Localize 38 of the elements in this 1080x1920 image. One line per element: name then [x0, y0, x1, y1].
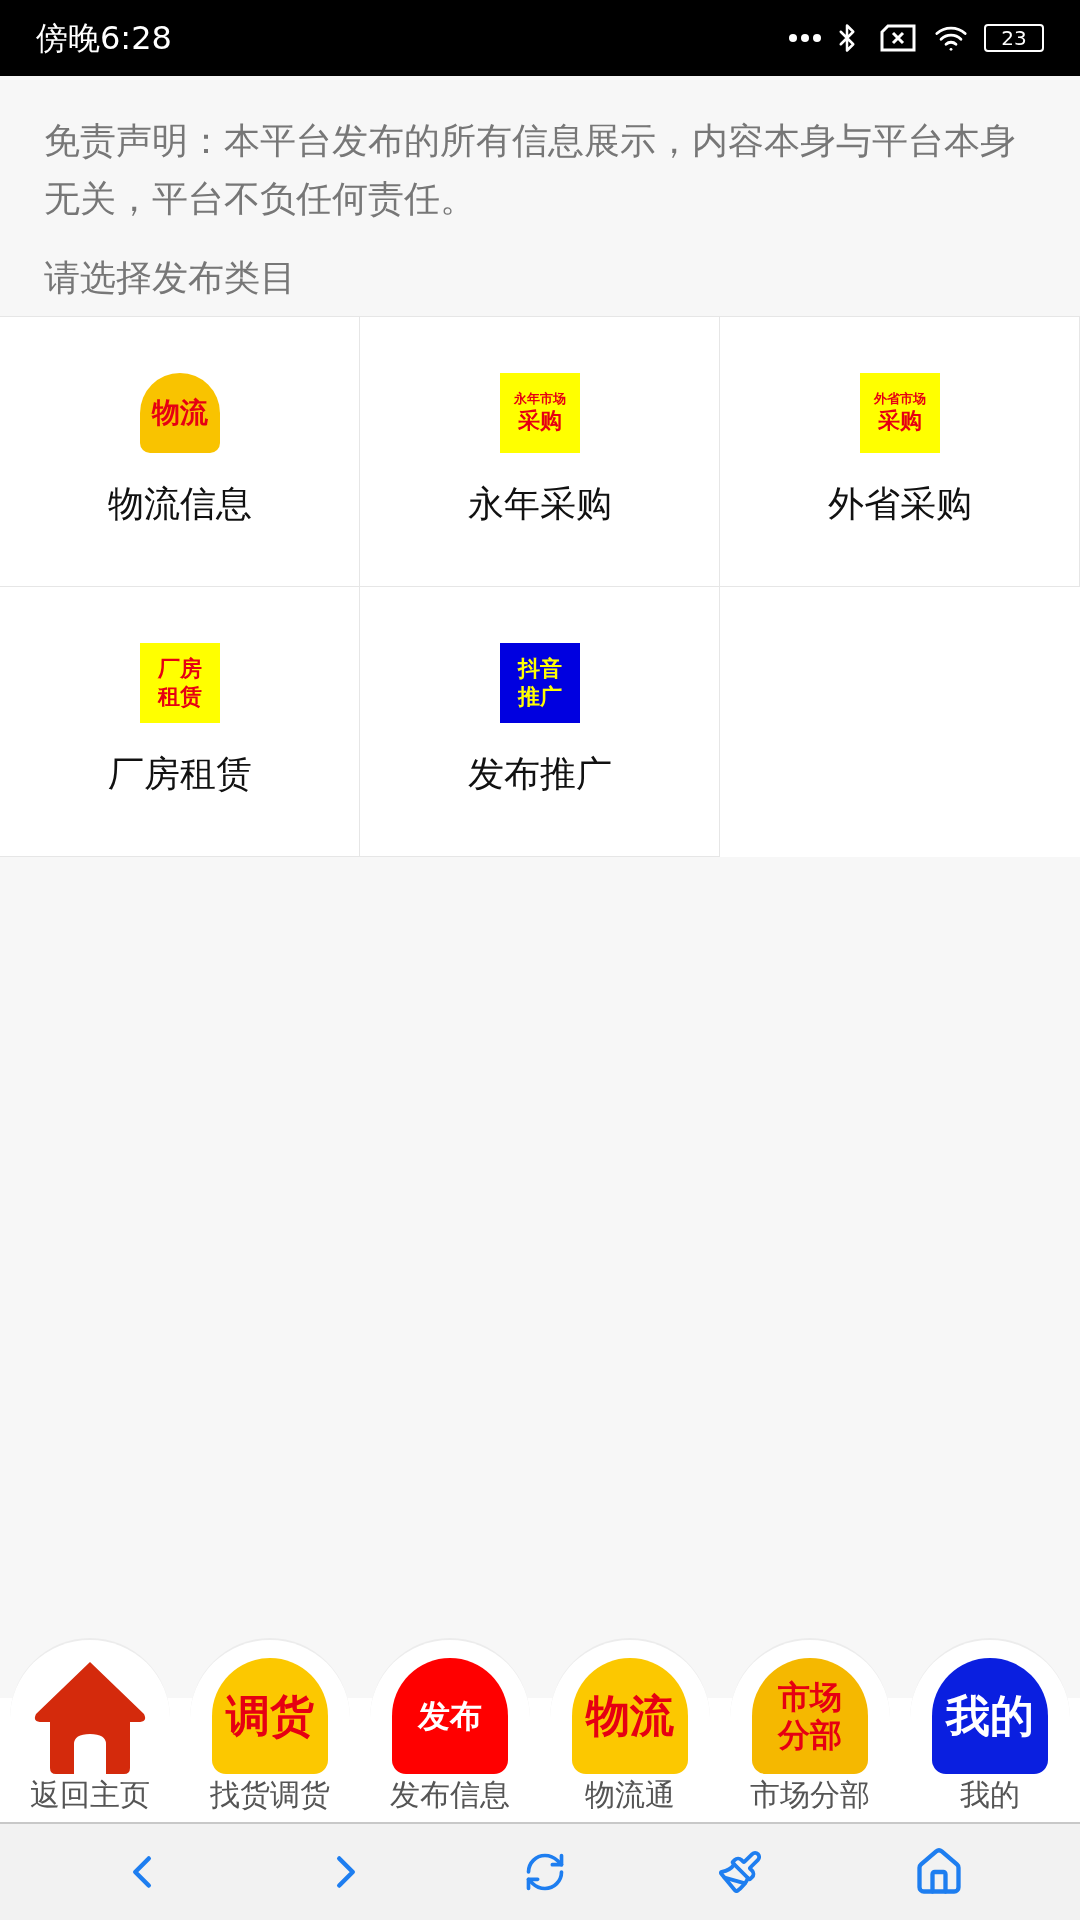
category-tile[interactable]: 外省市场 采购 外省采购: [720, 317, 1080, 587]
nav-label: 物流通: [585, 1776, 675, 1814]
badge-text: 市场: [778, 1678, 842, 1716]
badge-text: 抖音: [517, 655, 562, 683]
category-tile[interactable]: 抖音 推广 发布推广: [360, 587, 720, 857]
disclaimer-text: 免责声明：本平台发布的所有信息展示，内容本身与平台本身无关，平台不负任何责任。: [43, 119, 1017, 221]
section-title: 请选择发布类目: [43, 256, 297, 300]
nav-label: 市场分部: [750, 1776, 870, 1814]
category-label: 永年采购: [467, 481, 612, 526]
battery-level: 23: [1001, 28, 1027, 48]
badge-text: 调货: [226, 1694, 314, 1738]
nav-label: 返回主页: [30, 1776, 150, 1814]
badge-text: 厂房: [157, 655, 202, 683]
category-tile[interactable]: 永年市场 采购 永年采购: [360, 317, 720, 587]
badge-text: 采购: [877, 406, 922, 435]
badge-text: 我的: [946, 1694, 1034, 1738]
dots-icon: [788, 33, 822, 43]
category-label: 厂房租赁: [107, 751, 252, 796]
badge-text: 租赁: [157, 682, 202, 710]
brush-icon[interactable]: [717, 1849, 763, 1895]
category-tile[interactable]: 物流 物流信息: [0, 317, 360, 587]
category-label: 物流信息: [107, 481, 252, 526]
badge-text: 分部: [778, 1716, 842, 1754]
status-time: 傍晚6:28: [36, 18, 172, 59]
category-label: 外省采购: [827, 481, 972, 526]
badge-text: 物流: [151, 395, 208, 430]
badge-text: 采购: [517, 406, 562, 435]
badge-text: 发布: [418, 1700, 482, 1732]
badge-text: 永年市场: [513, 390, 566, 407]
category-tile[interactable]: 厂房 租赁 厂房租赁: [0, 587, 360, 857]
nav-label: 找货调货: [210, 1776, 330, 1814]
nav-label: 我的: [960, 1776, 1020, 1814]
badge-text: 外省市场: [873, 390, 926, 407]
category-label: 发布推广: [467, 751, 612, 796]
badge-text: 推广: [517, 682, 562, 710]
badge-text: 物流: [586, 1694, 674, 1738]
nav-label: 发布信息: [390, 1776, 510, 1814]
no-sim-icon: [880, 24, 916, 52]
